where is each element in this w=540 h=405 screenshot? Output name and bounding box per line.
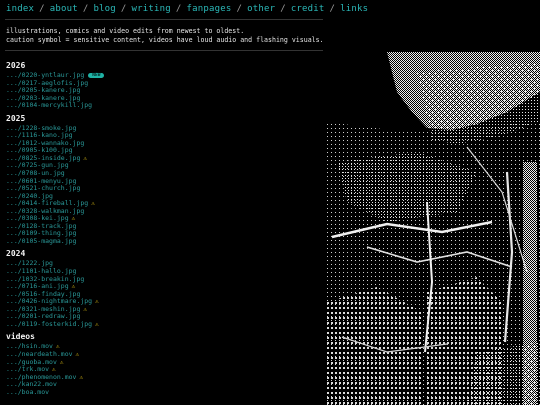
nav-link-other[interactable]: other: [247, 4, 275, 14]
nav-divider: [5, 19, 323, 20]
artwork-image: [327, 52, 540, 405]
nav-link-fanpages[interactable]: fanpages: [187, 4, 232, 14]
nav-separator: /: [280, 4, 286, 14]
section-heading-2025: 2025: [6, 113, 26, 123]
caution-icon: ⚠: [59, 358, 64, 366]
file-name: .../0104-mercykill.jpg: [6, 101, 93, 110]
nav-link-credit[interactable]: credit: [291, 4, 325, 14]
new-badge: NEW: [88, 73, 105, 78]
file-name: .../0119-fosterkid.jpg: [6, 319, 93, 328]
nav-link-blog[interactable]: blog: [93, 4, 115, 14]
intro-line-1: illustrations, comics and video edits fr…: [6, 27, 245, 35]
gallery-list: 2026 .../0220-yntlaur.jpg NEW .../0217-aegl…: [6, 57, 326, 396]
nav-separator: /: [82, 4, 89, 14]
intro-divider: [5, 50, 323, 51]
nav-separator: /: [175, 4, 182, 14]
caution-icon: ⚠: [83, 154, 87, 162]
file-link[interactable]: .../0105-magma.jpg: [6, 236, 326, 246]
nav-separator: /: [236, 4, 243, 14]
file-link[interactable]: .../kan22.mov: [6, 380, 326, 389]
intro-text: illustrations, comics and video edits fr…: [6, 27, 324, 45]
file-link[interactable]: .../0119-fosterkid.jpg ⚠: [6, 319, 326, 329]
nav-link-index[interactable]: index: [6, 4, 34, 14]
nav-link-links[interactable]: links: [340, 4, 368, 14]
section-heading-2026: 2026: [6, 61, 26, 70]
caution-icon: ⚠: [91, 200, 95, 208]
file-link[interactable]: .../boa.mov: [6, 387, 326, 397]
nav-separator: /: [39, 4, 45, 14]
caution-icon: ⚠: [79, 373, 84, 381]
nav-separator: /: [120, 4, 127, 14]
file-link[interactable]: .../0104-mercykill.jpg: [6, 101, 326, 110]
caution-icon: ⚠: [95, 298, 99, 306]
dithered-city-artwork: [327, 52, 540, 405]
nav-link-about[interactable]: about: [50, 4, 78, 14]
caution-icon: ⚠: [95, 320, 99, 328]
file-name: .../0105-magma.jpg: [6, 236, 77, 245]
file-link[interactable]: .../guoba.mov ⚠: [6, 358, 326, 367]
file-name: .../boa.mov: [6, 387, 50, 396]
top-nav: index / about / blog / writing / fanpages / other /…: [6, 4, 368, 14]
caution-icon: ⚠: [83, 305, 87, 313]
nav-link-writing[interactable]: writing: [132, 4, 171, 14]
caution-icon: ⚠: [75, 350, 80, 358]
file-link[interactable]: .../0521-church.jpg: [6, 184, 326, 193]
section-heading-2024: 2024: [6, 249, 26, 259]
section-heading-videos: videos: [6, 332, 35, 342]
intro-line-2: caution symbol = sensitive content, vide…: [6, 36, 324, 44]
nav-separator: /: [329, 4, 336, 14]
